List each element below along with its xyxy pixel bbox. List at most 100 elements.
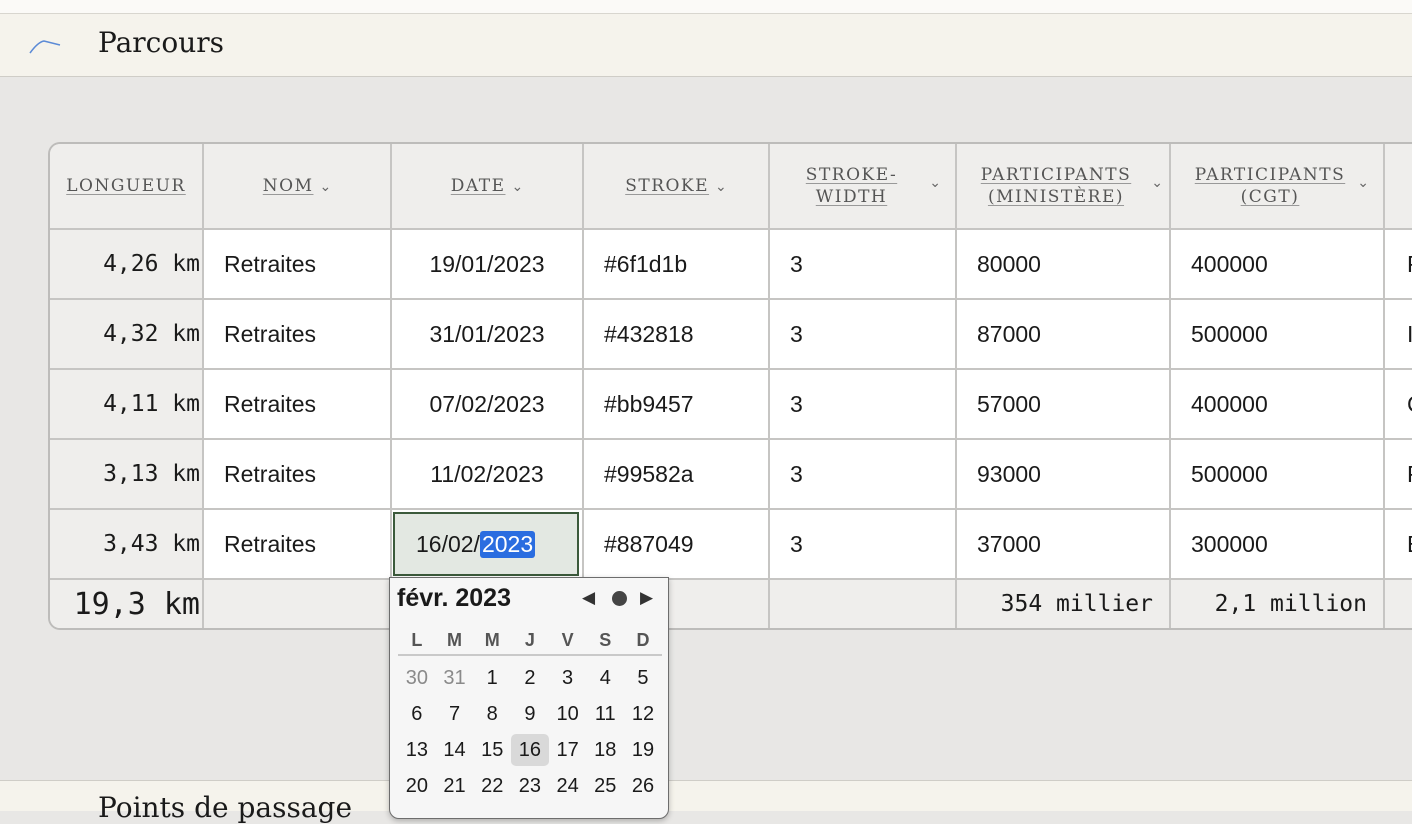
previous-month-icon[interactable]: ◀ bbox=[582, 588, 595, 608]
table-cell-nom[interactable]: Retraites bbox=[204, 300, 392, 370]
table-cell-participants-cgt[interactable]: 500000 bbox=[1171, 440, 1385, 510]
calendar-day[interactable]: 18 bbox=[586, 739, 624, 762]
calendar-day[interactable]: 2 bbox=[511, 667, 549, 690]
table-cell-stroke-width[interactable]: 3 bbox=[770, 370, 957, 440]
week-row: 30 31 1 2 3 4 5 bbox=[398, 660, 662, 696]
calendar-day[interactable]: 31 bbox=[436, 667, 474, 690]
table-cell-participants-ministere[interactable]: 57000 bbox=[957, 370, 1171, 440]
table-cell-date[interactable]: 19/01/2023 bbox=[392, 230, 584, 300]
table-cell-overflow[interactable]: I bbox=[1385, 300, 1412, 370]
weekday-label: D bbox=[636, 629, 650, 650]
table-cell-participants-cgt[interactable]: 400000 bbox=[1171, 370, 1385, 440]
table-cell-stroke[interactable]: #887049 bbox=[584, 510, 770, 580]
sort-chevron-icon: ⌄ bbox=[319, 177, 332, 194]
calendar-day[interactable]: 10 bbox=[549, 703, 587, 726]
table-cell-stroke-width[interactable]: 3 bbox=[770, 440, 957, 510]
calendar-day[interactable]: 30 bbox=[398, 667, 436, 690]
table-cell-overflow[interactable]: C bbox=[1385, 370, 1412, 440]
sort-chevron-icon: ⌄ bbox=[715, 177, 727, 194]
sort-chevron-icon: ⌄ bbox=[1357, 174, 1369, 190]
table-cell-stroke-width[interactable]: 3 bbox=[770, 230, 957, 300]
panel-title: Parcours bbox=[98, 26, 224, 59]
next-month-icon[interactable]: ▶ bbox=[640, 588, 653, 608]
weekday-label: M bbox=[484, 629, 500, 650]
weekday-label: M bbox=[447, 629, 463, 650]
table-cell-stroke-width[interactable]: 3 bbox=[770, 510, 957, 580]
table-cell-participants-ministere[interactable]: 87000 bbox=[957, 300, 1171, 370]
calendar-day[interactable]: 22 bbox=[473, 775, 511, 798]
footer-cell bbox=[204, 580, 392, 628]
date-picker-month-label: févr. 2023 bbox=[397, 584, 511, 612]
calendar-day[interactable]: 23 bbox=[511, 775, 549, 798]
calendar-day[interactable]: 17 bbox=[549, 739, 587, 762]
calendar-day[interactable]: 21 bbox=[436, 775, 474, 798]
calendar-day[interactable]: 8 bbox=[473, 703, 511, 726]
footer-cell bbox=[1385, 580, 1412, 628]
table-cell-nom[interactable]: Retraites bbox=[204, 440, 392, 510]
week-row: 13 14 15 16 17 18 19 bbox=[398, 732, 662, 768]
table-cell-participants-cgt[interactable]: 300000 bbox=[1171, 510, 1385, 580]
footer-cell bbox=[770, 580, 957, 628]
column-header-nom[interactable]: NOM ⌄ bbox=[204, 144, 392, 230]
table-cell-overflow[interactable]: E bbox=[1385, 510, 1412, 580]
column-header-longueur[interactable]: LONGUEUR bbox=[50, 144, 204, 230]
calendar-day[interactable]: 1 bbox=[473, 667, 511, 690]
table-cell-participants-ministere[interactable]: 93000 bbox=[957, 440, 1171, 510]
table-cell-overflow[interactable]: P bbox=[1385, 230, 1412, 300]
calendar-day-selected[interactable]: 16 bbox=[511, 734, 549, 766]
table-cell-longueur: 4,11 km bbox=[50, 370, 204, 440]
calendar-day[interactable]: 7 bbox=[436, 703, 474, 726]
column-header-participants-ministere[interactable]: PARTICIPANTS (MINISTÈRE) ⌄ bbox=[957, 144, 1171, 230]
calendar-day[interactable]: 5 bbox=[624, 667, 662, 690]
table-cell-participants-cgt[interactable]: 500000 bbox=[1171, 300, 1385, 370]
table-cell-participants-ministere[interactable]: 37000 bbox=[957, 510, 1171, 580]
calendar-day[interactable]: 19 bbox=[624, 739, 662, 762]
column-header-date[interactable]: DATE ⌄ bbox=[392, 144, 584, 230]
calendar-day[interactable]: 6 bbox=[398, 703, 436, 726]
table-cell-nom[interactable]: Retraites bbox=[204, 370, 392, 440]
calendar-day[interactable]: 11 bbox=[586, 703, 624, 726]
calendar-day[interactable]: 9 bbox=[511, 703, 549, 726]
calendar-day[interactable]: 24 bbox=[549, 775, 587, 798]
table-cell-date[interactable]: 31/01/2023 bbox=[392, 300, 584, 370]
table-cell-nom[interactable]: Retraites bbox=[204, 510, 392, 580]
weekday-header-row: L M M J V S D bbox=[398, 626, 662, 656]
date-input-selected-year: 2023 bbox=[479, 530, 536, 558]
table-cell-stroke[interactable]: #6f1d1b bbox=[584, 230, 770, 300]
date-picker-popup: févr. 2023 ◀ ▶ L M M J V S D 30 31 1 2 3… bbox=[389, 577, 669, 819]
column-header-overflow bbox=[1385, 144, 1412, 230]
table-cell-stroke[interactable]: #bb9457 bbox=[584, 370, 770, 440]
weekday-label: L bbox=[411, 629, 423, 650]
column-header-stroke[interactable]: STROKE ⌄ bbox=[584, 144, 770, 230]
table-cell-stroke[interactable]: #432818 bbox=[584, 300, 770, 370]
calendar-day[interactable]: 12 bbox=[624, 703, 662, 726]
table-cell-nom[interactable]: Retraites bbox=[204, 230, 392, 300]
table-cell-participants-ministere[interactable]: 80000 bbox=[957, 230, 1171, 300]
calendar-day[interactable]: 13 bbox=[398, 739, 436, 762]
sort-chevron-icon: ⌄ bbox=[511, 177, 524, 194]
calendar-day[interactable]: 14 bbox=[436, 739, 474, 762]
next-panel-header: Points de passage bbox=[0, 780, 1412, 824]
table-cell-overflow[interactable]: P bbox=[1385, 440, 1412, 510]
calendar-day[interactable]: 20 bbox=[398, 775, 436, 798]
calendar-day[interactable]: 15 bbox=[473, 739, 511, 762]
weekday-label: J bbox=[524, 629, 535, 650]
sort-chevron-icon: ⌄ bbox=[929, 174, 941, 190]
data-table: LONGUEUR NOM ⌄ DATE ⌄ STROKE ⌄ STROKE- WIDT… bbox=[48, 142, 1412, 630]
table-cell-stroke[interactable]: #99582a bbox=[584, 440, 770, 510]
sort-chevron-icon: ⌄ bbox=[1151, 174, 1163, 190]
table-cell-longueur: 3,13 km bbox=[50, 440, 204, 510]
calendar-day[interactable]: 4 bbox=[586, 667, 624, 690]
column-header-participants-cgt[interactable]: PARTICIPANTS (CGT) ⌄ bbox=[1171, 144, 1385, 230]
table-cell-participants-cgt[interactable]: 400000 bbox=[1171, 230, 1385, 300]
table-cell-date[interactable]: 07/02/2023 bbox=[392, 370, 584, 440]
today-dot-icon[interactable] bbox=[612, 591, 627, 606]
calendar-day[interactable]: 26 bbox=[624, 775, 662, 798]
footer-sum-ministere: 354 millier bbox=[957, 580, 1171, 628]
calendar-day[interactable]: 3 bbox=[549, 667, 587, 690]
column-header-stroke-width[interactable]: STROKE- WIDTH ⌄ bbox=[770, 144, 957, 230]
table-cell-date[interactable]: 11/02/2023 bbox=[392, 440, 584, 510]
calendar-day[interactable]: 25 bbox=[586, 775, 624, 798]
date-input-active[interactable]: 16/02/2023 bbox=[393, 512, 579, 576]
table-cell-stroke-width[interactable]: 3 bbox=[770, 300, 957, 370]
